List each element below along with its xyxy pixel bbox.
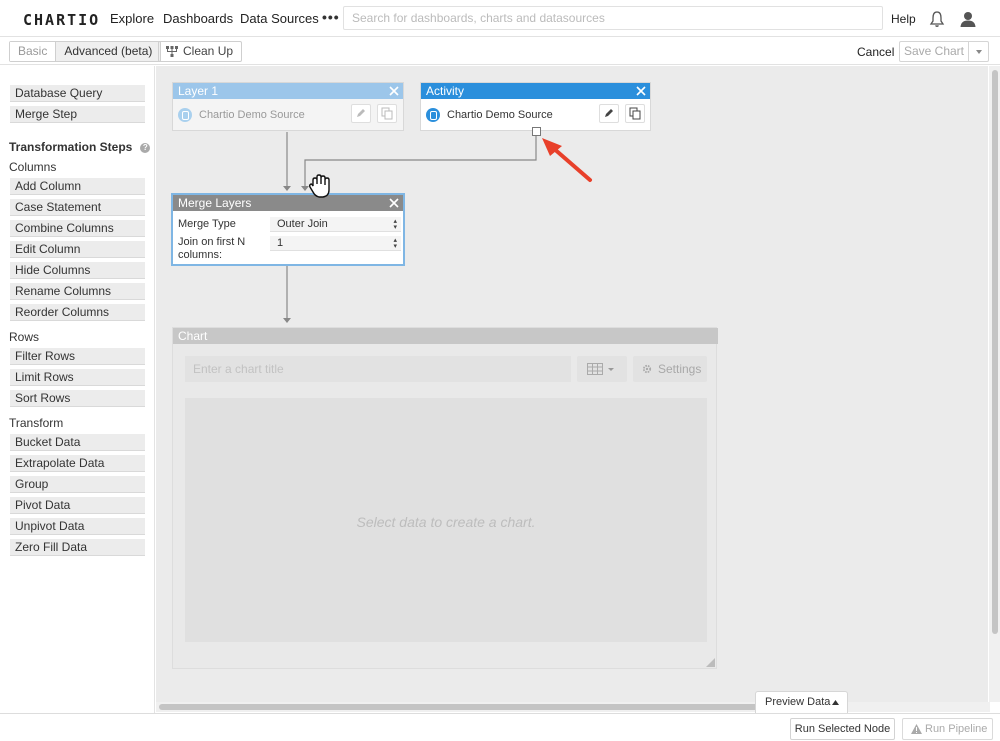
- connector-activity-merge: [304, 135, 537, 186]
- chart-title-input[interactable]: [185, 356, 571, 382]
- warning-icon: [911, 724, 922, 734]
- preview-data-label: Preview Data: [765, 696, 831, 708]
- chart-area: Select data to create a chart.: [185, 398, 707, 642]
- table-grid-icon: [587, 363, 614, 375]
- edit-activity-button[interactable]: [599, 104, 619, 123]
- empty-chart-message: Select data to create a chart.: [356, 514, 536, 530]
- hand-cursor-icon: [308, 174, 330, 198]
- close-icon[interactable]: [388, 195, 400, 211]
- resize-handle-icon[interactable]: [706, 658, 715, 667]
- preview-data-tab[interactable]: Preview Data: [755, 691, 848, 713]
- join-columns-label-line2: columns:: [178, 249, 223, 261]
- join-columns-label-line1: Join on first N: [178, 236, 246, 248]
- run-pipeline-label: Run Pipeline: [925, 723, 988, 735]
- activity-source-name: Chartio Demo Source: [447, 109, 553, 121]
- bottom-action-bar: Run Selected Node Run Pipeline: [0, 713, 1000, 741]
- merge-type-select[interactable]: Outer Join: [270, 217, 401, 232]
- merge-layers-header[interactable]: Merge Layers: [173, 195, 403, 211]
- run-selected-node-button[interactable]: Run Selected Node: [790, 718, 895, 740]
- activity-node[interactable]: Activity Chartio Demo Source: [420, 82, 651, 131]
- layer1-title: Layer 1: [178, 84, 219, 98]
- chart-type-dropdown[interactable]: [577, 356, 627, 382]
- duplicate-layer1-button[interactable]: [377, 104, 397, 123]
- merge-layers-title: Merge Layers: [178, 196, 252, 210]
- horizontal-scrollbar-thumb[interactable]: [159, 704, 779, 710]
- close-icon[interactable]: [635, 83, 647, 99]
- activity-title: Activity: [426, 84, 465, 98]
- merge-type-label: Merge Type: [178, 218, 236, 230]
- gear-icon: [642, 364, 652, 374]
- duplicate-activity-button[interactable]: [625, 104, 645, 123]
- vertical-scrollbar-thumb[interactable]: [992, 70, 998, 634]
- chart-panel: Chart Settings Select data to create a c…: [172, 327, 718, 669]
- layer1-source-name: Chartio Demo Source: [199, 109, 305, 121]
- join-columns-select[interactable]: 1: [270, 236, 401, 251]
- run-pipeline-button[interactable]: Run Pipeline: [902, 718, 993, 740]
- pencil-icon: [357, 109, 365, 117]
- activity-source: Chartio Demo Source: [426, 106, 553, 124]
- close-icon[interactable]: [388, 83, 400, 99]
- caret-up-icon: [832, 700, 839, 705]
- annotation-arrow-shaft: [550, 145, 592, 182]
- chart-settings-label: Settings: [658, 362, 702, 376]
- connector-arrowhead: [283, 186, 291, 191]
- layer1-node[interactable]: Layer 1 Chartio Demo Source: [172, 82, 404, 131]
- copy-icon: [629, 107, 641, 120]
- pencil-icon: [605, 109, 613, 117]
- datasource-icon: [178, 108, 192, 122]
- chart-header: Chart: [173, 328, 718, 344]
- activity-output-port[interactable]: [532, 127, 541, 136]
- layer1-source: Chartio Demo Source: [178, 106, 305, 124]
- edit-layer1-button[interactable]: [351, 104, 371, 123]
- copy-icon: [381, 107, 393, 120]
- chart-settings-button[interactable]: Settings: [633, 356, 707, 382]
- datasource-icon: [426, 108, 440, 122]
- layer1-header[interactable]: Layer 1: [173, 83, 403, 99]
- merge-layers-node[interactable]: Merge Layers Merge Type Outer Join Join …: [171, 193, 405, 266]
- activity-header[interactable]: Activity: [421, 83, 650, 99]
- connector-arrowhead: [283, 318, 291, 323]
